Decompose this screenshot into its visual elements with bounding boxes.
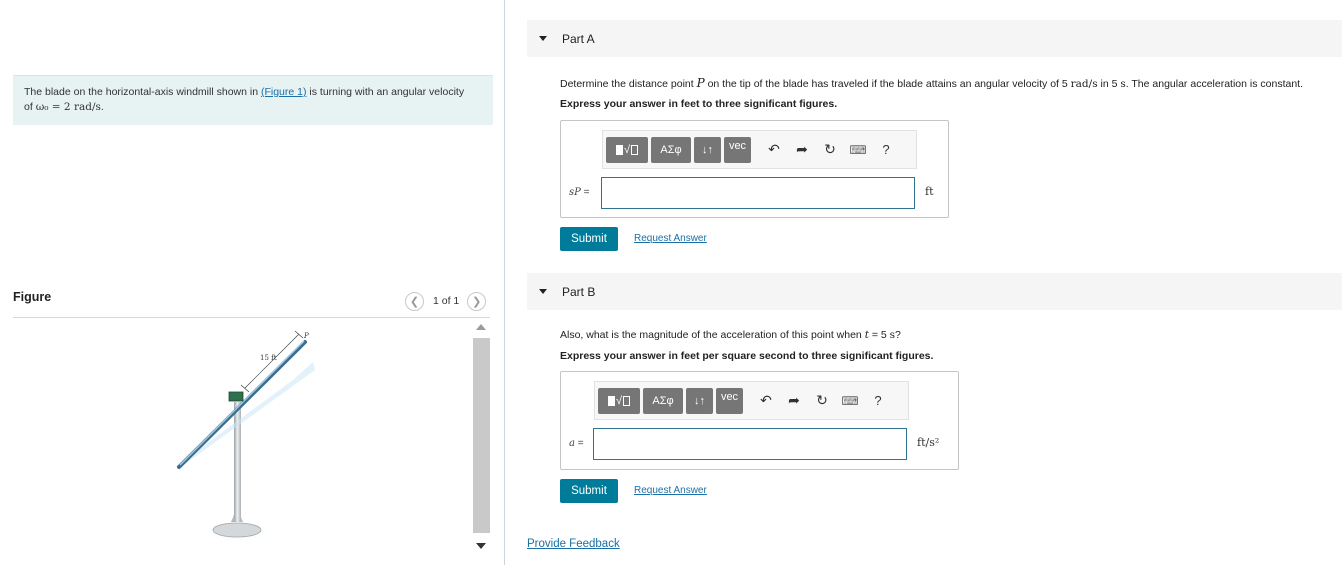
part-a-answer-input[interactable] (601, 177, 915, 209)
square-icon (607, 395, 615, 406)
column-divider (504, 0, 505, 565)
reset-icon[interactable]: ↻ (816, 137, 844, 163)
part-a-prompt-text3: in 5 (1097, 78, 1121, 90)
arrows-button[interactable]: ↓↑ (694, 136, 721, 163)
part-a-math-toolbar: √ ΑΣφ ↓↑ vec ↶ ➦ ↻ ⌨ ? (602, 130, 917, 169)
part-a-equals: = (580, 187, 590, 198)
part-a-prompt-text: Determine the distance point (560, 78, 697, 90)
part-b-prompt-text3: ? (895, 329, 901, 341)
windmill-figure: 15 ft P (175, 330, 315, 542)
part-a-title: Part A (562, 31, 595, 46)
arrows-button[interactable]: ↓↑ (686, 387, 713, 414)
problem-period: . (100, 101, 104, 113)
keyboard-icon[interactable]: ⌨ (844, 137, 872, 163)
part-a-answer-panel: √ ΑΣφ ↓↑ vec ↶ ➦ ↻ ⌨ ? sP = ft (560, 120, 949, 218)
prev-figure-button[interactable]: ❮ (405, 291, 424, 311)
figure-scrollbar[interactable] (473, 321, 490, 554)
part-b-request-answer-link[interactable]: Request Answer (634, 485, 707, 496)
part-a-unit-rads: rad/s (1070, 78, 1098, 90)
figure-pager: ❮ 1 of 1 ❯ (405, 291, 487, 311)
caret-down-icon (539, 36, 547, 41)
part-b-variable-label: a = (569, 438, 584, 449)
part-a-submit-button[interactable]: Submit (560, 227, 618, 251)
caret-down-icon (539, 289, 547, 294)
part-a-var-p: P (696, 76, 705, 90)
figure-divider (13, 317, 490, 318)
templates-button[interactable]: √ (598, 387, 640, 414)
part-a-var: sP (569, 187, 581, 198)
scroll-up-icon[interactable] (476, 324, 486, 330)
part-b-answer-panel: √ ΑΣφ ↓↑ vec ↶ ➦ ↻ ⌨ ? a = ft/s² (560, 371, 959, 470)
sqrt-icon: √ (623, 143, 631, 156)
part-b-submit-button[interactable]: Submit (560, 479, 618, 503)
redo-icon[interactable]: ➦ (780, 388, 808, 414)
part-b-prompt-text: Also, what is the magnitude of the accel… (560, 329, 865, 341)
help-button[interactable]: ? (872, 137, 900, 163)
undo-icon[interactable]: ↶ (752, 388, 780, 414)
greek-button[interactable]: ΑΣφ (651, 136, 691, 163)
windmill-blade (177, 340, 307, 469)
problem-text-line2: of (24, 101, 36, 113)
part-a-prompt: Determine the distance point P on the ti… (560, 76, 1303, 90)
problem-text: The blade on the horizontal-axis windmil… (24, 86, 261, 98)
scroll-down-icon[interactable] (476, 543, 486, 549)
help-button[interactable]: ? (864, 388, 892, 414)
left-column: The blade on the horizontal-axis windmil… (0, 0, 504, 570)
part-b-instruction: Express your answer in feet per square s… (560, 350, 934, 362)
part-a-unit: ft (925, 185, 934, 198)
part-b-equals: = (574, 438, 584, 449)
vec-button[interactable]: vec (716, 387, 743, 414)
part-a-variable-label: sP = (569, 187, 590, 198)
box-icon (631, 144, 639, 155)
problem-text-cont: is turning with an angular velocity (306, 86, 465, 98)
provide-feedback-link[interactable]: Provide Feedback (527, 538, 620, 550)
square-icon (615, 144, 623, 155)
redo-icon[interactable]: ➦ (788, 137, 816, 163)
part-b-prompt: Also, what is the magnitude of the accel… (560, 329, 901, 341)
part-b-answer-input[interactable] (593, 428, 907, 460)
figure-title: Figure (13, 290, 52, 304)
part-a-header[interactable]: Part A (527, 20, 1342, 57)
windmill-blade-highlight (179, 340, 305, 466)
figure-count: 1 of 1 (433, 295, 460, 307)
keyboard-icon[interactable]: ⌨ (836, 388, 864, 414)
part-b-math-toolbar: √ ΑΣφ ↓↑ vec ↶ ➦ ↻ ⌨ ? (594, 381, 909, 420)
part-a-instruction: Express your answer in feet to three sig… (560, 98, 838, 110)
box-icon (623, 395, 631, 406)
dimension-label: 15 ft (260, 354, 277, 362)
scroll-thumb[interactable] (473, 338, 490, 533)
templates-button[interactable]: √ (606, 136, 648, 163)
reset-icon[interactable]: ↻ (808, 388, 836, 414)
windmill-hub (228, 391, 244, 402)
windmill-base (212, 522, 262, 538)
point-label: P (303, 332, 309, 340)
sqrt-icon: √ (615, 394, 623, 407)
part-b-header[interactable]: Part B (527, 273, 1342, 310)
part-a-prompt-text4: . The angular acceleration is constant. (1125, 78, 1303, 90)
part-a-request-answer-link[interactable]: Request Answer (634, 233, 707, 244)
part-a-prompt-text2: on the tip of the blade has traveled if … (704, 78, 1071, 90)
chevron-right-icon: ❯ (472, 295, 482, 308)
greek-button[interactable]: ΑΣφ (643, 387, 683, 414)
omega-expression: ω₀ = 2 rad/s (35, 101, 101, 113)
vec-button[interactable]: vec (724, 136, 751, 163)
figure-link[interactable]: (Figure 1) (261, 86, 307, 98)
problem-statement: The blade on the horizontal-axis windmil… (13, 75, 493, 125)
part-b-unit: ft/s² (917, 436, 940, 449)
next-figure-button[interactable]: ❯ (467, 291, 487, 311)
chevron-left-icon: ❮ (409, 295, 420, 308)
part-b-title: Part B (562, 284, 596, 299)
undo-icon[interactable]: ↶ (760, 137, 788, 163)
part-b-prompt-text2: = 5 (868, 329, 890, 341)
dimension-tick-1 (240, 384, 250, 393)
